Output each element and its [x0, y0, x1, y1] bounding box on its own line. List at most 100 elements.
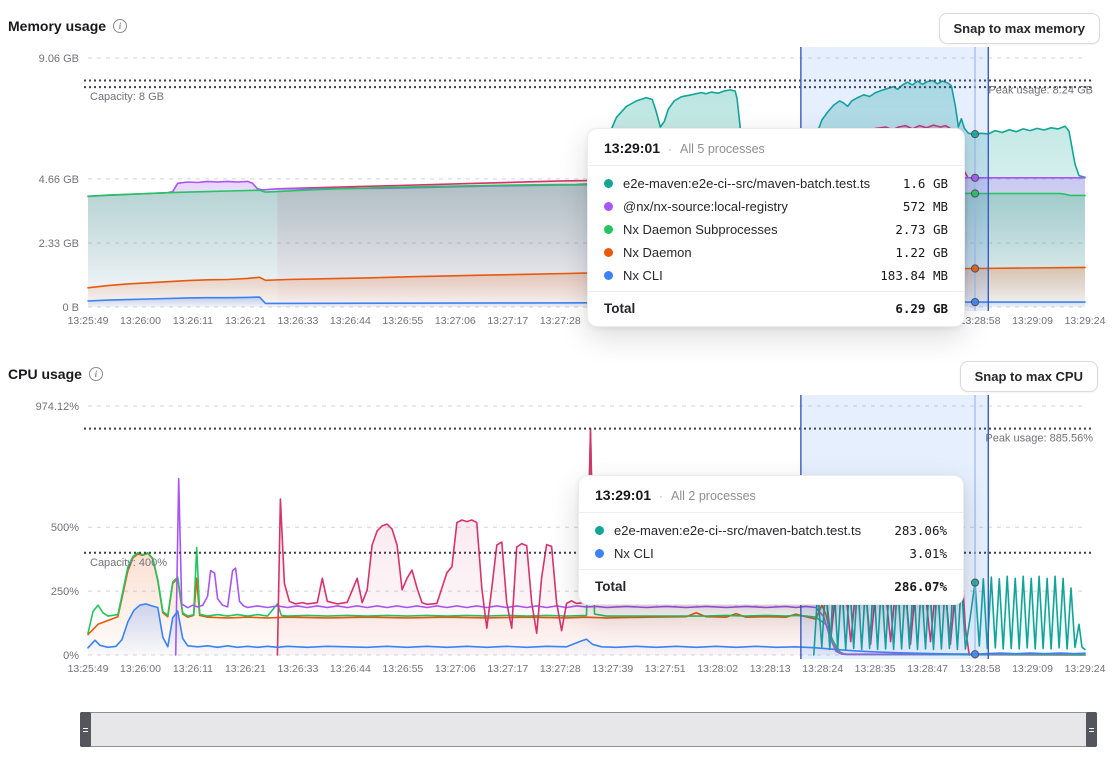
series-color-dot [604, 179, 613, 188]
cpu-tooltip-row: e2e-maven:e2e-ci--src/maven-batch.test.t… [579, 519, 963, 542]
memory-x-tick-label: 13:26:44 [330, 315, 371, 327]
memory-tooltip-header: 13:29:01·All 5 processes [588, 129, 964, 165]
memory-x-tick-label: 13:26:11 [173, 315, 213, 327]
cpu-x-tick-label: 13:28:47 [907, 663, 948, 675]
memory-x-tick-label: 13:26:21 [225, 315, 266, 327]
process-value: 1.22 GB [895, 245, 948, 260]
process-name: e2e-maven:e2e-ci--src/maven-batch.test.t… [623, 176, 903, 191]
memory-tooltip-rows: e2e-maven:e2e-ci--src/maven-batch.test.t… [588, 166, 964, 291]
cpu-peak-label: Peak usage: 885.56% [985, 433, 1093, 445]
memory-y-tick-label: 4.66 GB [39, 174, 79, 186]
memory-tooltip-row: @nx/nx-source:local-registry572 MB [588, 195, 964, 218]
cpu-tooltip-time: 13:29:01 [595, 487, 651, 503]
memory-capacity-label: Capacity: 8 GB [90, 91, 164, 103]
memory-y-tick-label: 9.06 GB [39, 53, 79, 65]
series-color-dot [604, 225, 613, 234]
cpu-x-tick-label: 13:28:35 [855, 663, 896, 675]
cpu-x-tick-label: 13:26:21 [225, 663, 266, 675]
process-monitor-page: Memory usage i Snap to max memory 9.06 G… [0, 0, 1118, 761]
cpu-x-tick-label: 13:28:24 [802, 663, 843, 675]
memory-tooltip-time: 13:29:01 [604, 140, 660, 156]
memory-usage-title: Memory usage i [8, 18, 127, 34]
cpu-x-tick-label: 13:27:17 [487, 663, 528, 675]
cpu-x-tick-label: 13:26:44 [330, 663, 371, 675]
cpu-x-tick-label: 13:29:24 [1065, 663, 1106, 675]
cpu-x-tick-label: 13:28:13 [750, 663, 791, 675]
time-range-brush[interactable] [80, 712, 1097, 747]
cpu-crosshair-dot [971, 579, 978, 586]
process-name: Nx Daemon [623, 245, 895, 260]
process-name: Nx Daemon Subprocesses [623, 222, 895, 237]
memory-usage-title-text: Memory usage [8, 18, 106, 34]
cpu-x-tick-label: 13:26:11 [173, 663, 213, 675]
process-value: 3.01% [909, 546, 947, 561]
cpu-x-tick-label: 13:25:49 [68, 663, 109, 675]
memory-tooltip: 13:29:01·All 5 processes e2e-maven:e2e-ci… [587, 128, 965, 327]
process-name: @nx/nx-source:local-registry [623, 199, 903, 214]
process-value: 2.73 GB [895, 222, 948, 237]
process-value: 1.6 GB [903, 176, 948, 191]
brush-handle-right[interactable] [1086, 712, 1097, 747]
cpu-x-tick-label: 13:29:09 [1012, 663, 1053, 675]
cpu-tooltip: 13:29:01 · All 2 processes e2e-maven:e2e-ci… [578, 475, 964, 605]
memory-x-tick-label: 13:27:17 [487, 315, 528, 327]
memory-tooltip-row: Nx CLI183.84 MB [588, 264, 964, 287]
series-color-dot [604, 248, 613, 257]
snap-to-max-cpu-button[interactable]: Snap to max CPU [960, 361, 1098, 392]
series-color-dot [604, 271, 613, 280]
cpu-tooltip-rows: e2e-maven:e2e-ci--src/maven-batch.test.t… [579, 513, 963, 569]
memory-x-tick-label: 13:27:28 [540, 315, 581, 327]
series-color-dot [595, 549, 604, 558]
info-icon[interactable]: i [89, 367, 103, 381]
cpu-y-tick-label: 500% [51, 522, 79, 534]
memory-x-tick-label: 13:25:49 [68, 315, 109, 327]
memory-crosshair-dot [971, 265, 978, 272]
cpu-crosshair-dot [971, 651, 978, 658]
memory-crosshair-dot [971, 298, 978, 305]
memory-crosshair-dot [971, 174, 978, 181]
memory-crosshair-dot [971, 190, 978, 197]
cpu-x-tick-label: 13:28:02 [697, 663, 738, 675]
memory-y-tick-label: 0 B [62, 302, 79, 314]
series-color-dot [604, 202, 613, 211]
cpu-x-tick-label: 13:28:58 [960, 663, 1001, 675]
cpu-tooltip-subtitle: All 2 processes [671, 489, 756, 503]
series-color-dot [595, 526, 604, 535]
cpu-x-tick-label: 13:26:55 [382, 663, 423, 675]
memory-tooltip-subtitle: All 5 processes [680, 142, 765, 156]
memory-x-tick-label: 13:26:33 [277, 315, 318, 327]
info-icon[interactable]: i [113, 19, 127, 33]
cpu-tooltip-total-row: Total286.07% [579, 570, 963, 604]
cpu-y-tick-label: 0% [63, 650, 79, 662]
total-value: 286.07% [894, 579, 947, 594]
memory-tooltip-row: Nx Daemon1.22 GB [588, 241, 964, 264]
cpu-usage-title-text: CPU usage [8, 366, 82, 382]
total-label: Total [595, 579, 894, 594]
process-value: 283.06% [894, 523, 947, 538]
memory-tooltip-row: e2e-maven:e2e-ci--src/maven-batch.test.t… [588, 172, 964, 195]
memory-tooltip-row: Nx Daemon Subprocesses2.73 GB [588, 218, 964, 241]
process-value: 572 MB [903, 199, 948, 214]
memory-tooltip-total-row: Total6.29 GB [588, 292, 964, 326]
cpu-y-tick-label: 974.12% [36, 401, 80, 413]
memory-x-tick-label: 13:28:58 [960, 315, 1001, 327]
cpu-x-tick-label: 13:27:51 [645, 663, 686, 675]
process-value: 183.84 MB [880, 268, 948, 283]
total-label: Total [604, 301, 895, 316]
cpu-tooltip-header: 13:29:01 · All 2 processes [579, 476, 963, 512]
cpu-capacity-label: Capacity: 400% [90, 557, 167, 569]
cpu-usage-title: CPU usage i [8, 366, 103, 382]
snap-to-max-memory-button[interactable]: Snap to max memory [939, 13, 1101, 44]
dot-separator: · [659, 489, 663, 503]
cpu-x-tick-label: 13:26:00 [120, 663, 161, 675]
brush-handle-left[interactable] [80, 712, 91, 747]
cpu-x-tick-label: 13:27:28 [540, 663, 581, 675]
total-value: 6.29 GB [895, 301, 948, 316]
memory-x-tick-label: 13:26:00 [120, 315, 161, 327]
cpu-tooltip-row: Nx CLI3.01% [579, 542, 963, 565]
process-name: e2e-maven:e2e-ci--src/maven-batch.test.t… [614, 523, 894, 538]
cpu-x-tick-label: 13:27:39 [592, 663, 633, 675]
cpu-x-tick-label: 13:26:33 [277, 663, 318, 675]
memory-y-tick-label: 2.33 GB [39, 238, 79, 250]
process-name: Nx CLI [614, 546, 909, 561]
